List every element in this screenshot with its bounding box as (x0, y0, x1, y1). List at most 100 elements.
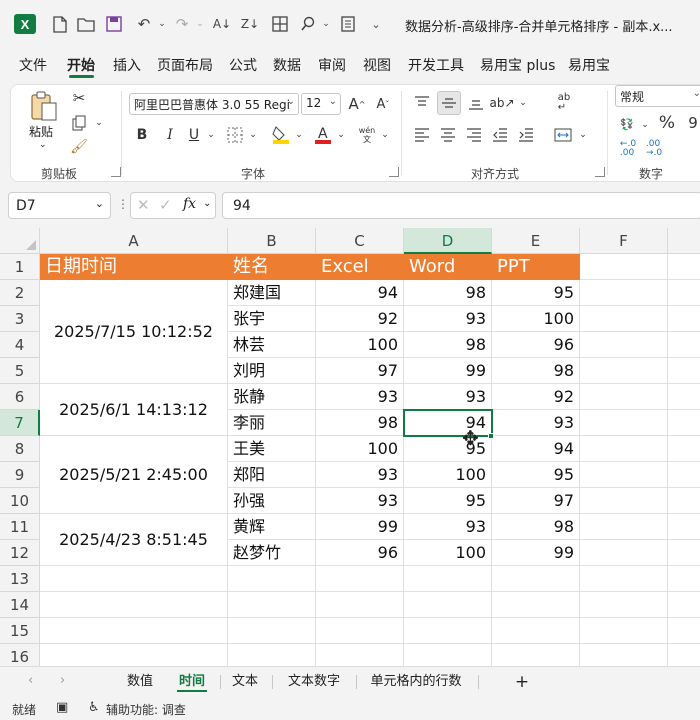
tab-review[interactable]: 审阅 (318, 55, 346, 75)
row-header-8[interactable]: 8 (0, 436, 40, 462)
score-cell[interactable]: 98 (492, 358, 580, 384)
table-cell[interactable] (580, 332, 668, 358)
table-cell[interactable] (668, 618, 700, 644)
select-all-corner[interactable] (0, 228, 40, 254)
row-header-13[interactable]: 13 (0, 566, 40, 592)
score-cell[interactable]: 97 (316, 358, 404, 384)
table-cell[interactable] (40, 592, 228, 618)
new-file-icon[interactable] (50, 14, 70, 34)
tab-data[interactable]: 数据 (273, 55, 301, 75)
row-header-4[interactable]: 4 (0, 332, 40, 358)
tab-home[interactable]: 开始 (67, 55, 95, 75)
table-cell[interactable] (668, 566, 700, 592)
name-cell[interactable]: 林芸 (228, 332, 316, 358)
font-color-icon[interactable]: A (313, 123, 333, 145)
row-header-2[interactable]: 2 (0, 280, 40, 306)
column-header-a[interactable]: A (40, 228, 228, 254)
score-cell[interactable]: 94 (404, 410, 492, 436)
table-cell[interactable] (580, 644, 668, 666)
format-painter-icon[interactable]: 🖌 (69, 137, 89, 157)
table-cell[interactable] (40, 566, 228, 592)
cut-icon[interactable]: ✂ (69, 88, 89, 108)
score-cell[interactable]: 98 (404, 280, 492, 306)
align-left-icon[interactable] (411, 125, 433, 145)
score-cell[interactable]: 95 (404, 488, 492, 514)
table-cell[interactable] (668, 332, 700, 358)
table-cell[interactable] (668, 384, 700, 410)
table-cell[interactable] (668, 592, 700, 618)
score-cell[interactable]: 98 (316, 410, 404, 436)
increase-font-size-icon[interactable]: A ^ (347, 94, 367, 114)
table-cell[interactable] (40, 618, 228, 644)
table-cell[interactable] (580, 254, 668, 280)
copy-icon[interactable] (69, 113, 89, 133)
phonetic-guide-icon[interactable]: wén 文 (355, 123, 379, 147)
name-cell[interactable]: 孙强 (228, 488, 316, 514)
row-header-1[interactable]: 1 (0, 254, 40, 280)
table-cell[interactable] (668, 436, 700, 462)
merged-date-cell[interactable]: 2025/6/1 14:13:12 (40, 384, 228, 436)
merged-date-cell[interactable]: 2025/5/21 2:45:00 (40, 436, 228, 514)
table-cell[interactable] (580, 488, 668, 514)
align-middle-icon[interactable] (437, 91, 461, 115)
align-center-icon[interactable] (437, 125, 459, 145)
alignment-launcher-icon[interactable] (595, 167, 605, 177)
score-cell[interactable]: 97 (492, 488, 580, 514)
score-cell[interactable]: 93 (316, 488, 404, 514)
score-cell[interactable]: 99 (404, 358, 492, 384)
name-cell[interactable]: 张静 (228, 384, 316, 410)
sheet-tab-values[interactable]: 数值 (118, 671, 162, 693)
table-header-cell[interactable]: 日期时间 (40, 254, 228, 280)
score-cell[interactable]: 92 (316, 306, 404, 332)
tab-easyuse[interactable]: 易用宝 (568, 55, 610, 75)
formula-input[interactable]: 94 (222, 192, 700, 219)
paste-icon[interactable] (29, 89, 59, 123)
decrease-indent-icon[interactable] (489, 125, 511, 145)
table-header-cell[interactable]: Word (404, 254, 492, 280)
next-sheet-icon[interactable]: › (60, 673, 65, 688)
score-cell[interactable]: 93 (316, 384, 404, 410)
score-cell[interactable]: 98 (492, 514, 580, 540)
name-cell[interactable]: 黄辉 (228, 514, 316, 540)
table-cell[interactable] (668, 254, 700, 280)
score-cell[interactable]: 100 (316, 332, 404, 358)
table-cell[interactable] (228, 644, 316, 666)
name-cell[interactable]: 刘明 (228, 358, 316, 384)
percent-style-icon[interactable]: % (657, 113, 677, 133)
find-dropdown-icon[interactable]: ⌄ (316, 14, 336, 34)
redo-dropdown-icon[interactable]: ⌄ (190, 14, 210, 34)
paste-dropdown-icon[interactable]: ⌄ (39, 140, 47, 150)
merged-date-cell[interactable]: 2025/4/23 8:51:45 (40, 514, 228, 566)
name-cell[interactable]: 赵梦竹 (228, 540, 316, 566)
italic-button[interactable]: I (161, 125, 179, 145)
more-options-icon[interactable]: ⋮ (117, 197, 129, 211)
score-cell[interactable]: 94 (316, 280, 404, 306)
table-header-cell[interactable]: PPT (492, 254, 580, 280)
accounting-format-icon[interactable]: 💱 (617, 115, 637, 133)
fill-handle[interactable] (488, 433, 494, 439)
insert-function-icon[interactable]: fx (183, 196, 196, 212)
score-cell[interactable]: 99 (492, 540, 580, 566)
table-cell[interactable] (228, 592, 316, 618)
table-cell[interactable] (580, 540, 668, 566)
table-cell[interactable] (492, 644, 580, 666)
table-cell[interactable] (580, 410, 668, 436)
row-header-15[interactable]: 15 (0, 618, 40, 644)
name-cell[interactable]: 郑建国 (228, 280, 316, 306)
underline-dropdown-icon[interactable]: ⌄ (205, 127, 217, 143)
align-right-icon[interactable] (463, 125, 485, 145)
table-cell[interactable] (492, 592, 580, 618)
table-cell[interactable] (580, 436, 668, 462)
increase-indent-icon[interactable] (515, 125, 537, 145)
tab-page-layout[interactable]: 页面布局 (157, 55, 213, 75)
accessibility-status[interactable]: 辅助功能: 调查 (106, 701, 186, 718)
row-header-5[interactable]: 5 (0, 358, 40, 384)
align-bottom-icon[interactable] (465, 93, 487, 113)
open-folder-icon[interactable] (76, 14, 96, 34)
table-cell[interactable] (228, 618, 316, 644)
score-cell[interactable]: 93 (316, 462, 404, 488)
table-cell[interactable] (668, 644, 700, 666)
clipboard-launcher-icon[interactable] (111, 167, 121, 177)
decrease-font-size-icon[interactable]: Aˇ (373, 94, 393, 114)
fill-color-icon[interactable] (271, 123, 291, 145)
